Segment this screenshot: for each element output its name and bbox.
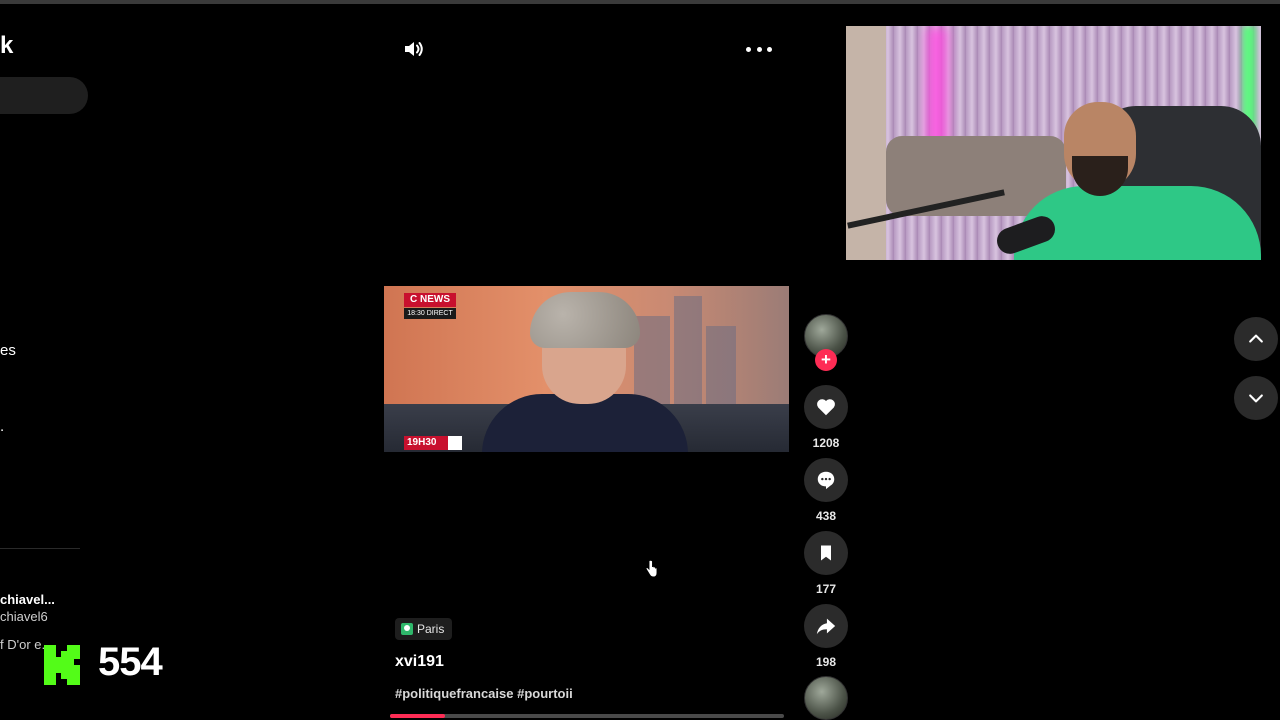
more-options-icon[interactable] [746,37,772,61]
author-username[interactable]: xvi191 [395,653,444,671]
bookmark-button[interactable] [804,531,848,575]
like-button[interactable] [804,385,848,429]
kick-logo-icon [44,645,80,685]
video-player[interactable]: C NEWS 18:30 DIRECT 19H30 [384,286,789,452]
logo-fragment[interactable]: k [0,32,13,60]
hand-cursor-icon [645,560,658,578]
chevron-down-icon [1249,394,1263,403]
video-progress-bar[interactable] [390,714,784,718]
like-count: 1208 [812,436,840,450]
streamer-webcam [846,26,1261,260]
location-pin-icon [401,623,413,635]
volume-icon[interactable] [402,37,426,61]
heart-icon [817,399,835,416]
followed-account-name[interactable]: chiavel... [0,592,55,607]
sound-avatar[interactable] [804,676,848,720]
sidebar-divider [0,548,80,549]
share-icon [816,618,836,635]
follow-plus-icon[interactable]: + [815,349,837,371]
bookmark-count: 177 [815,582,837,596]
channel-logo: C NEWS [404,293,456,307]
bookmark-icon [821,545,831,561]
sidebar-item-fragment[interactable]: es [0,342,16,359]
share-button[interactable] [804,604,848,648]
next-video-button[interactable] [1234,376,1278,420]
top-bar [0,0,1280,4]
video-progress-fill [390,714,446,718]
share-count: 198 [815,655,837,669]
chevron-up-icon [1249,334,1263,343]
previous-video-button[interactable] [1234,317,1278,361]
sidebar-item-fragment-2[interactable]: . [0,418,4,435]
ticker-time: 19H30 [404,436,462,450]
search-input[interactable] [0,77,88,114]
followed-account-handle[interactable]: chiavel6 [0,609,48,624]
location-label: Paris [417,622,445,636]
comment-count: 438 [815,509,837,523]
viewer-count: 554 [98,640,163,684]
channel-time: 18:30 DIRECT [404,308,456,319]
post-hashtags[interactable]: #politiquefrancaise #pourtoii [395,686,573,701]
comment-button[interactable] [804,458,848,502]
location-chip[interactable]: Paris [395,618,453,640]
comment-icon [817,471,835,490]
